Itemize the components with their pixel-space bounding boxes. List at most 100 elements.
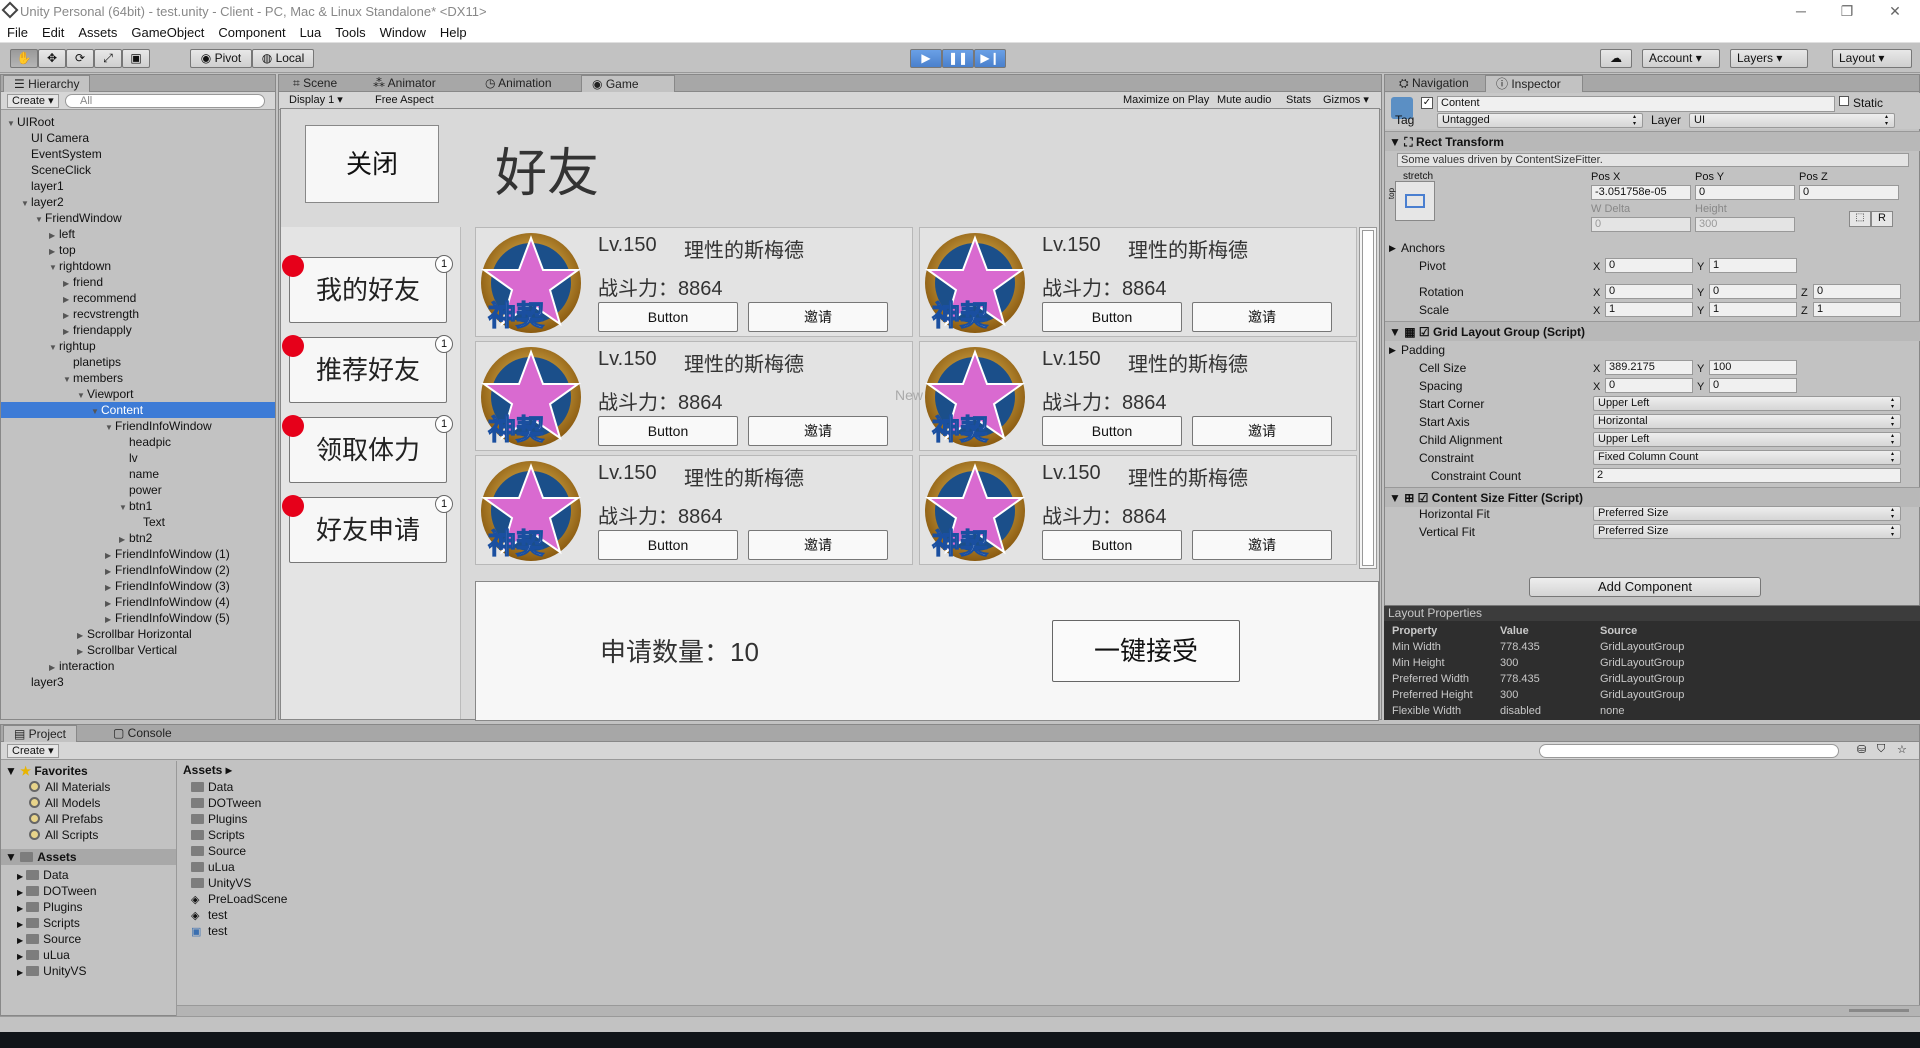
hierarchy-node[interactable]: ▼ rightup [1,338,275,354]
invite-button[interactable]: 邀请 [748,416,888,446]
step-button[interactable]: ▶❙ [974,49,1006,68]
invite-button[interactable]: 邀请 [1192,416,1332,446]
pivot-toggle[interactable]: ◉ Pivot [190,49,252,68]
padding-label[interactable]: Padding [1401,341,1445,359]
tab-hierarchy[interactable]: ☰ Hierarchy [3,75,91,92]
hierarchy-node[interactable]: ▼ FriendInfoWindow [1,418,275,434]
hierarchy-node[interactable]: ▼ btn1 [1,498,275,514]
card-action-button[interactable]: Button [598,530,738,560]
card-action-button[interactable]: Button [1042,416,1182,446]
card-action-button[interactable]: Button [1042,530,1182,560]
filter-type-icon[interactable]: ⛁ [1857,743,1866,756]
menu-gameobject[interactable]: GameObject [124,25,211,40]
content-size-fitter-header[interactable]: ▼ ⊞ ☑ Content Size Fitter (Script) [1385,487,1920,507]
display-dropdown[interactable]: Display 1 ▾ [285,94,363,108]
spacing-y-field[interactable]: 0 [1709,378,1797,393]
side-tab-strength[interactable]: 领取体力 [289,417,447,483]
card-action-button[interactable]: Button [598,302,738,332]
hierarchy-node[interactable]: name [1,466,275,482]
constraint-count-field[interactable]: 2 [1593,468,1901,483]
close-window-button[interactable]: ✕ [1872,0,1918,22]
add-component-button[interactable]: Add Component [1529,577,1761,597]
hierarchy-node[interactable]: headpic [1,434,275,450]
pivot-x-field[interactable]: 0 [1605,258,1693,273]
raw-edit-button[interactable]: R [1871,211,1893,227]
start-corner-dropdown[interactable]: Upper Left [1593,396,1901,411]
close-button[interactable]: 关闭 [305,125,439,203]
posx-field[interactable]: -3.051758e-05 [1591,185,1691,200]
hierarchy-node[interactable]: ▼ Viewport [1,386,275,402]
hierarchy-node[interactable]: ▶ btn2 [1,530,275,546]
rect-transform-header[interactable]: ▼ ⛶ Rect Transform [1385,131,1920,151]
layers-dropdown[interactable]: Layers ▾ [1730,49,1808,68]
hierarchy-node[interactable]: ▶ FriendInfoWindow (5) [1,610,275,626]
asset-item[interactable]: Scripts [191,827,245,843]
rotation-z-field[interactable]: 0 [1813,284,1901,299]
side-tab-apply[interactable]: 好友申请 [289,497,447,563]
move-tool-icon[interactable]: ✥ [38,49,66,68]
favorite-item[interactable]: All Prefabs [29,811,103,827]
horizontal-fit-dropdown[interactable]: Preferred Size [1593,506,1901,521]
asset-item[interactable]: UnityVS [191,875,251,891]
child-alignment-dropdown[interactable]: Upper Left [1593,432,1901,447]
invite-button[interactable]: 邀请 [748,302,888,332]
vertical-fit-dropdown[interactable]: Preferred Size [1593,524,1901,539]
blueprint-mode-button[interactable]: ⬚ [1849,211,1871,227]
hierarchy-node[interactable]: ▼ Content [1,402,275,418]
hierarchy-node[interactable]: planetips [1,354,275,370]
anchor-presets-button[interactable] [1395,181,1435,221]
anchors-label[interactable]: Anchors [1401,239,1445,257]
tab-navigation[interactable]: ⛭ Navigation [1389,75,1479,92]
rect-tool-icon[interactable]: ▣ [122,49,150,68]
hierarchy-node[interactable]: ▼ members [1,370,275,386]
hierarchy-node[interactable]: lv [1,450,275,466]
tab-game[interactable]: ◉ Game [581,75,675,92]
menu-tools[interactable]: Tools [328,25,372,40]
object-name-field[interactable]: Content [1437,96,1835,112]
grid-layout-header[interactable]: ▼ ▦ ☑ Grid Layout Group (Script) [1385,321,1920,341]
hierarchy-node[interactable]: ▶ interaction [1,658,275,674]
cell-x-field[interactable]: 389.2175 [1605,360,1693,375]
asset-item[interactable]: uLua [191,859,235,875]
assets-root[interactable]: ▼ Assets [1,849,176,865]
hierarchy-node[interactable]: ▼ layer2 [1,194,275,210]
scrollbar-vertical[interactable] [1359,227,1377,569]
hierarchy-create-button[interactable]: Create ▾ [7,94,59,108]
hierarchy-node[interactable]: ▶ FriendInfoWindow (3) [1,578,275,594]
hierarchy-node[interactable]: ▶ friend [1,274,275,290]
project-search-input[interactable] [1539,744,1839,758]
spacing-x-field[interactable]: 0 [1605,378,1693,393]
hierarchy-node[interactable]: ▶ recommend [1,290,275,306]
hierarchy-node[interactable]: ▶ Scrollbar Vertical [1,642,275,658]
posy-field[interactable]: 0 [1695,185,1795,200]
favorite-star-icon[interactable]: ☆ [1897,743,1907,756]
hierarchy-node[interactable]: ▼ rightdown [1,258,275,274]
favorite-item[interactable]: All Materials [29,779,110,795]
asset-item[interactable]: Data [191,779,233,795]
rotation-x-field[interactable]: 0 [1605,284,1693,299]
menu-component[interactable]: Component [211,25,292,40]
hierarchy-node[interactable]: ▶ top [1,242,275,258]
hierarchy-node[interactable]: ▶ Scrollbar Horizontal [1,626,275,642]
asset-item[interactable]: ▣ test [191,923,227,939]
gizmos-dropdown[interactable]: Gizmos ▾ [1319,94,1373,108]
scale-tool-icon[interactable]: ⤢ [94,49,122,68]
hierarchy-node[interactable]: ▼ FriendWindow [1,210,275,226]
favorite-item[interactable]: All Models [29,795,100,811]
hierarchy-node[interactable]: EventSystem [1,146,275,162]
menu-help[interactable]: Help [433,25,474,40]
pause-button[interactable]: ❚❚ [942,49,974,68]
hierarchy-node[interactable]: ▶ left [1,226,275,242]
filter-label-icon[interactable]: ⛉ [1877,743,1885,756]
play-button[interactable]: ▶ [910,49,942,68]
tag-dropdown[interactable]: Untagged [1437,113,1643,128]
mute-audio-toggle[interactable]: Mute audio [1213,94,1275,108]
hierarchy-node[interactable]: ▶ friendapply [1,322,275,338]
project-folder[interactable]: ▶ Scripts [17,915,80,931]
tab-inspector[interactable]: ⓘ Inspector [1485,75,1583,92]
project-create-button[interactable]: Create ▾ [7,744,59,758]
cloud-icon[interactable]: ☁ [1600,49,1632,68]
side-tab-recommend[interactable]: 推荐好友 [289,337,447,403]
hierarchy-node[interactable]: SceneClick [1,162,275,178]
layer-dropdown[interactable]: UI [1689,113,1895,128]
